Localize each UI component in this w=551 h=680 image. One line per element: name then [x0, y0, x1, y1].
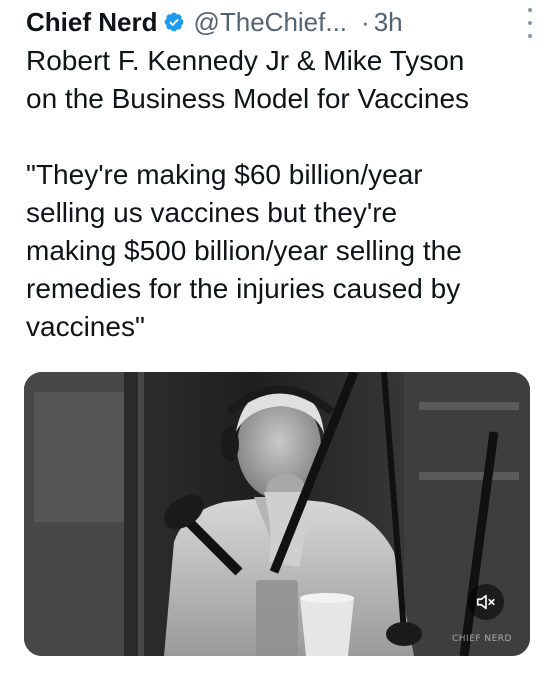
- verified-badge-icon[interactable]: [163, 11, 185, 33]
- text-line: on the Business Model for Vaccines: [26, 83, 470, 114]
- quote-line: "They're making $60 billion/year: [26, 159, 423, 190]
- video-watermark: CHIEF NERD: [451, 634, 512, 644]
- text-line: Robert F. Kennedy Jr & Mike Tyson: [26, 45, 465, 76]
- quote-line: making $500 billion/year selling the: [26, 235, 462, 266]
- separator-dot: ·: [361, 6, 370, 37]
- tweet-card[interactable]: Chief Nerd @TheChief... · 3h Robert F. K…: [0, 0, 551, 680]
- video-player[interactable]: CHIEF NERD: [24, 372, 530, 656]
- quote-line: remedies for the injuries caused by: [26, 273, 461, 304]
- speaker-muted-icon[interactable]: [468, 584, 504, 620]
- tweet-header: Chief Nerd @TheChief... · 3h: [26, 2, 536, 42]
- author-name[interactable]: Chief Nerd: [26, 7, 157, 38]
- quote-line: vaccines": [26, 311, 145, 342]
- quote-line: selling us vaccines but they're: [26, 197, 398, 228]
- timestamp[interactable]: 3h: [374, 7, 403, 38]
- more-options-icon[interactable]: [525, 8, 535, 38]
- tweet-text: Robert F. Kennedy Jr & Mike Tyson on the…: [26, 42, 541, 346]
- video-frame: [24, 372, 530, 656]
- author-handle[interactable]: @TheChief...: [193, 7, 347, 38]
